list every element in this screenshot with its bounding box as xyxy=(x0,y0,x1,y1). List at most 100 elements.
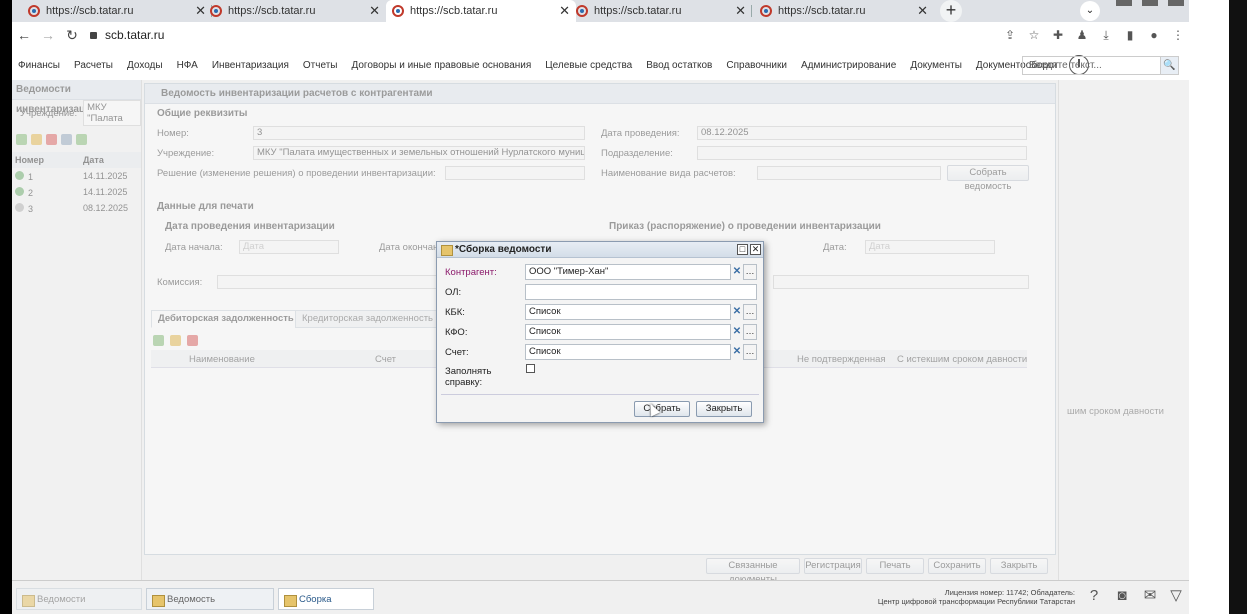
add-icon[interactable] xyxy=(153,335,164,346)
collect-button[interactable]: Собрать xyxy=(634,401,690,417)
menu-item-documents[interactable]: Документы xyxy=(903,60,969,71)
build-statement-button[interactable]: Собрать ведомость xyxy=(947,165,1029,192)
window-controls[interactable] xyxy=(1112,0,1189,8)
commission-field-2[interactable] xyxy=(773,275,1029,289)
clear-icon[interactable]: ✕ xyxy=(731,344,743,360)
decision-field[interactable] xyxy=(445,166,585,180)
account-label: Счет: xyxy=(445,347,469,358)
menu-item-nfa[interactable]: НФА xyxy=(170,60,205,71)
calc-type-select[interactable] xyxy=(757,166,941,180)
reload-icon[interactable]: ↻ xyxy=(60,27,84,44)
extension-icon[interactable]: ♟ xyxy=(1075,28,1089,42)
kfo-field[interactable]: Список xyxy=(525,324,731,340)
account-field[interactable]: Список xyxy=(525,344,731,360)
kbk-field[interactable]: Список xyxy=(525,304,731,320)
menu-item-contracts[interactable]: Договоры и иные правовые основания xyxy=(344,60,538,71)
menu-item-administration[interactable]: Администрирование xyxy=(794,60,903,71)
commission-field[interactable] xyxy=(217,275,437,289)
browser-tab-5[interactable]: https://scb.tatar.ru ✕ xyxy=(754,0,934,22)
search-placeholder: Введите текст... xyxy=(1029,60,1102,71)
menu-item-balances-input[interactable]: Ввод остатков xyxy=(639,60,719,71)
select-ellipsis-button[interactable]: … xyxy=(743,304,757,320)
browser-tab-3-active[interactable]: https://scb.tatar.ru ✕ xyxy=(386,0,576,22)
delete-icon[interactable] xyxy=(187,335,198,346)
clear-icon[interactable]: ✕ xyxy=(731,324,743,340)
section-print[interactable]: Данные для печати xyxy=(157,201,254,212)
dialog-close-button[interactable]: Закрыть xyxy=(696,401,752,417)
registration-button[interactable]: Регистрация xyxy=(804,558,862,574)
close-form-button[interactable]: Закрыть xyxy=(990,558,1048,574)
tab-receivables[interactable]: Дебиторская задолженность xyxy=(151,310,301,328)
menu-item-income[interactable]: Доходы xyxy=(120,60,170,71)
fill-certificate-checkbox[interactable] xyxy=(526,364,535,373)
institution-field[interactable]: МКУ "Палата имущественных и земельных от… xyxy=(253,146,585,160)
list-item[interactable]: 3 08.12.2025 xyxy=(12,200,141,216)
browser-menu-icon[interactable]: ⋮ xyxy=(1171,28,1185,42)
related-docs-button[interactable]: Связанные документы xyxy=(706,558,800,585)
mail-icon[interactable]: ✉ xyxy=(1139,585,1161,607)
filter-field[interactable]: МКУ "Палата xyxy=(83,100,141,126)
menu-item-directories[interactable]: Справочники xyxy=(719,60,794,71)
clear-icon[interactable]: ✕ xyxy=(731,264,743,280)
forward-arrow-icon[interactable]: → xyxy=(36,27,60,43)
order-date-field[interactable]: Дата xyxy=(865,240,995,254)
extensions-puzzle-icon[interactable]: ✚ xyxy=(1051,28,1065,42)
browser-tab-2[interactable]: https://scb.tatar.ru ✕ xyxy=(204,0,386,22)
camera-icon[interactable]: ◙ xyxy=(1111,585,1133,607)
list-header: Номер Дата xyxy=(12,152,141,168)
date-label: Дата проведения: xyxy=(601,128,680,139)
add-icon[interactable] xyxy=(16,133,27,145)
tab-search-chevron-icon[interactable]: ⌄ xyxy=(1080,1,1100,21)
task-statement[interactable]: Ведомость инвентаризац xyxy=(146,588,274,610)
date-field[interactable]: 08.12.2025 xyxy=(697,126,1027,140)
collapse-down-icon[interactable]: ▽ xyxy=(1165,585,1187,607)
close-tab-icon[interactable]: ✕ xyxy=(559,3,570,19)
bookmark-star-icon[interactable]: ☆ xyxy=(1027,28,1041,42)
share-icon[interactable]: ⇪ xyxy=(1003,28,1017,42)
url-field[interactable]: scb.tatar.ru xyxy=(90,28,164,42)
start-date-field[interactable]: Дата xyxy=(239,240,339,254)
tab-payables[interactable]: Кредиторская задолженность xyxy=(295,310,441,328)
number-field[interactable]: 3 xyxy=(253,126,585,140)
list-item[interactable]: 1 14.11.2025 xyxy=(12,168,141,184)
division-field[interactable] xyxy=(697,146,1027,160)
close-tab-icon[interactable]: ✕ xyxy=(735,3,746,19)
refresh-icon[interactable] xyxy=(76,133,87,145)
download-icon[interactable]: ⤓ xyxy=(1099,28,1113,42)
ol-field[interactable] xyxy=(525,284,757,300)
task-build-statement[interactable]: Сборка ведомости xyxy=(278,588,374,610)
browser-tab-4[interactable]: https://scb.tatar.ru ✕ xyxy=(570,0,752,22)
help-icon[interactable]: ? xyxy=(1083,585,1105,607)
close-icon[interactable]: ✕ xyxy=(750,244,761,255)
menu-item-reports[interactable]: Отчеты xyxy=(296,60,345,71)
menu-item-target-funds[interactable]: Целевые средства xyxy=(538,60,639,71)
select-ellipsis-button[interactable]: … xyxy=(743,324,757,340)
close-tab-icon[interactable]: ✕ xyxy=(369,3,380,19)
save-button[interactable]: Сохранить xyxy=(928,558,986,574)
print-button[interactable]: Печать xyxy=(866,558,924,574)
settings-icon[interactable] xyxy=(61,133,72,145)
edit-icon[interactable] xyxy=(170,335,181,346)
select-ellipsis-button[interactable]: … xyxy=(743,264,757,280)
menu-item-inventory[interactable]: Инвентаризация xyxy=(205,60,296,71)
delete-icon[interactable] xyxy=(46,133,57,145)
maximize-icon[interactable]: □ xyxy=(737,244,748,255)
menu-item-finance[interactable]: Финансы xyxy=(12,60,67,71)
list-item[interactable]: 2 14.11.2025 xyxy=(12,184,141,200)
global-search-input[interactable]: Введите текст... 🔍 xyxy=(1022,56,1179,75)
search-icon[interactable]: 🔍 xyxy=(1160,57,1178,74)
col-account: Счет xyxy=(375,354,397,365)
back-arrow-icon[interactable]: ← xyxy=(12,27,36,43)
row-number: 3 xyxy=(28,203,34,214)
clear-icon[interactable]: ✕ xyxy=(731,304,743,320)
side-panel-icon[interactable]: ▮ xyxy=(1123,28,1137,42)
browser-tab-1[interactable]: https://scb.tatar.ru ✕ xyxy=(22,0,212,22)
edit-icon[interactable] xyxy=(31,133,42,145)
menu-item-settlements[interactable]: Расчеты xyxy=(67,60,120,71)
select-ellipsis-button[interactable]: … xyxy=(743,344,757,360)
task-statements-list[interactable]: Ведомости инвентаризац xyxy=(16,588,142,610)
close-tab-icon[interactable]: ✕ xyxy=(917,3,928,19)
profile-avatar-icon[interactable]: ● xyxy=(1147,28,1161,42)
counterparty-field[interactable]: ООО "Тимер-Хан" xyxy=(525,264,731,280)
new-tab-button[interactable]: + xyxy=(940,0,962,22)
